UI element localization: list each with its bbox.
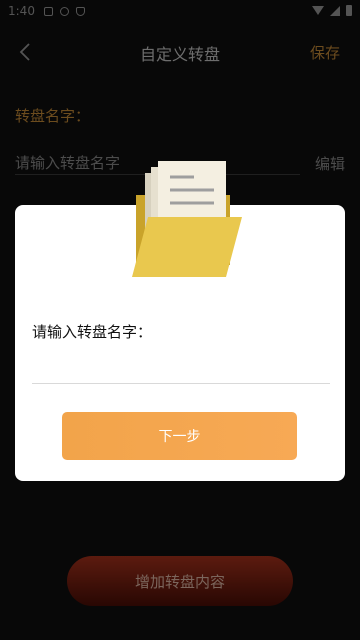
dialog-label: 请输入转盘名字： xyxy=(32,323,153,341)
next-button[interactable]: 下一步 xyxy=(62,412,297,460)
dialog-name-input[interactable] xyxy=(32,355,330,384)
folder-icon xyxy=(118,155,258,285)
name-dialog: 请输入转盘名字： 下一步 xyxy=(15,161,345,481)
